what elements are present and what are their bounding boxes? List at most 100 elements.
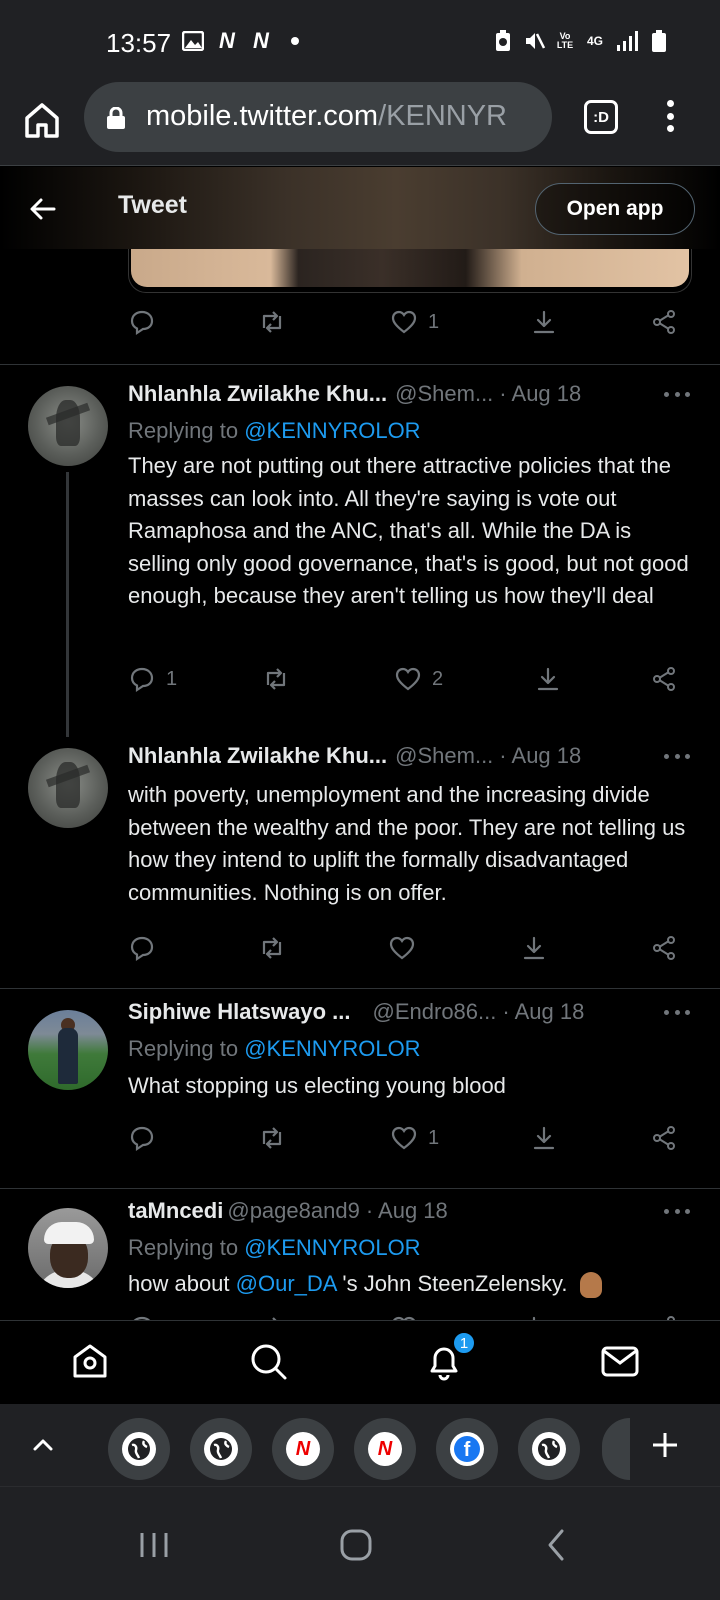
heart-icon bbox=[391, 1126, 417, 1150]
author-handle[interactable]: @Shem... bbox=[395, 743, 493, 769]
status-time: 13:57 bbox=[106, 28, 172, 58]
tweet-date[interactable]: · Aug 18 bbox=[499, 381, 581, 407]
retweet-button[interactable] bbox=[258, 930, 286, 966]
chevron-up-icon bbox=[33, 1439, 53, 1451]
tweet-date[interactable]: · Aug 18 bbox=[502, 999, 584, 1025]
reply-button[interactable] bbox=[128, 304, 156, 340]
share-button[interactable] bbox=[650, 661, 678, 697]
url-domain: mobile.twitter.com bbox=[146, 100, 379, 132]
mention-link[interactable]: @Our_DA bbox=[236, 1271, 337, 1296]
tweet[interactable]: Nhlanhla Zwilakhe Khu... @Shem... · Aug … bbox=[0, 364, 720, 744]
more-options-button[interactable] bbox=[664, 754, 690, 764]
like-button[interactable] bbox=[390, 1310, 418, 1320]
search-icon bbox=[251, 1344, 287, 1380]
tweet-media-image[interactable] bbox=[128, 249, 692, 293]
tweet[interactable]: taMncedi @page8and9 · Aug 18 Replying to… bbox=[0, 1188, 720, 1320]
expand-tabs-button[interactable] bbox=[28, 1430, 58, 1460]
tab-switcher-button[interactable]: :D bbox=[584, 100, 618, 134]
recent-apps-button[interactable] bbox=[136, 1527, 172, 1563]
system-home-button[interactable] bbox=[338, 1527, 374, 1563]
like-button[interactable]: 2 bbox=[394, 661, 443, 697]
like-button[interactable]: 1 bbox=[390, 1120, 439, 1156]
waving-hand-icon bbox=[579, 1272, 602, 1299]
avatar[interactable] bbox=[28, 1208, 108, 1288]
share-button[interactable] bbox=[650, 1120, 678, 1156]
browser-tab[interactable]: f bbox=[436, 1418, 498, 1480]
more-options-button[interactable] bbox=[664, 1010, 690, 1020]
browser-tab[interactable] bbox=[518, 1418, 580, 1480]
download-button[interactable] bbox=[534, 661, 562, 697]
browser-tab-partial[interactable] bbox=[602, 1418, 630, 1480]
browser-tab[interactable] bbox=[108, 1418, 170, 1480]
download-button[interactable] bbox=[530, 1120, 558, 1156]
retweet-button[interactable] bbox=[258, 1120, 286, 1156]
reply-button[interactable] bbox=[128, 930, 156, 966]
nav-messages-button[interactable] bbox=[600, 1341, 640, 1381]
avatar[interactable] bbox=[28, 386, 108, 466]
tweet-header-line: Nhlanhla Zwilakhe Khu... @Shem... · Aug … bbox=[128, 743, 688, 773]
home-icon bbox=[73, 1344, 107, 1378]
share-button[interactable] bbox=[650, 304, 678, 340]
open-app-button[interactable]: Open app bbox=[535, 183, 695, 235]
share-button[interactable] bbox=[650, 1310, 678, 1320]
nav-search-button[interactable] bbox=[248, 1341, 288, 1381]
back-button[interactable] bbox=[26, 192, 60, 226]
like-button[interactable] bbox=[388, 930, 416, 966]
image-icon bbox=[182, 30, 204, 52]
lock-icon bbox=[106, 106, 126, 129]
download-button[interactable] bbox=[520, 930, 548, 966]
tweet-header-line: Siphiwe Hlatswayo ... @Endro86... · Aug … bbox=[128, 999, 688, 1029]
more-options-button[interactable] bbox=[664, 1209, 690, 1219]
tweet-text: with poverty, unemployment and the incre… bbox=[128, 782, 686, 905]
tweet[interactable]: Nhlanhla Zwilakhe Khu... @Shem... · Aug … bbox=[0, 743, 720, 988]
browser-tab[interactable] bbox=[190, 1418, 252, 1480]
heart-icon bbox=[389, 936, 415, 960]
new-tab-button[interactable] bbox=[650, 1430, 680, 1460]
like-button[interactable]: 1 bbox=[390, 304, 439, 340]
replying-to: Replying to @KENNYROLOR bbox=[128, 418, 421, 444]
address-bar[interactable]: mobile.twitter.com/KENNYR bbox=[84, 82, 552, 152]
tweet[interactable]: Siphiwe Hlatswayo ... @Endro86... · Aug … bbox=[0, 988, 720, 1188]
reply-button[interactable] bbox=[128, 1310, 156, 1320]
retweet-icon bbox=[262, 1127, 282, 1149]
reply-button[interactable]: 1 bbox=[128, 661, 177, 697]
tweet-date[interactable]: · Aug 18 bbox=[499, 743, 581, 769]
author-name[interactable]: taMncedi bbox=[128, 1198, 223, 1224]
author-handle[interactable]: @page8and9 bbox=[227, 1198, 359, 1224]
more-options-button[interactable] bbox=[664, 392, 690, 402]
browser-tab[interactable]: N bbox=[354, 1418, 416, 1480]
tweet-date[interactable]: · Aug 18 bbox=[366, 1198, 448, 1224]
facebook-icon: f bbox=[450, 1432, 484, 1466]
nav-home-button[interactable] bbox=[70, 1341, 110, 1381]
author-name[interactable]: Nhlanhla Zwilakhe Khu... bbox=[128, 743, 387, 769]
reply-icon bbox=[130, 936, 154, 962]
mention-link[interactable]: @KENNYROLOR bbox=[244, 1235, 420, 1260]
recent-apps-icon bbox=[140, 1533, 168, 1557]
retweet-button[interactable] bbox=[258, 1310, 286, 1320]
download-button[interactable] bbox=[520, 1310, 548, 1320]
browser-home-button[interactable] bbox=[22, 100, 62, 144]
replying-prefix: Replying to bbox=[128, 1036, 239, 1061]
download-button[interactable] bbox=[530, 304, 558, 340]
browser-tab[interactable]: N bbox=[272, 1418, 334, 1480]
share-button[interactable] bbox=[650, 930, 678, 966]
reply-button[interactable] bbox=[128, 1120, 156, 1156]
reply-icon bbox=[130, 667, 154, 693]
retweet-button[interactable] bbox=[262, 661, 290, 697]
retweet-button[interactable] bbox=[258, 304, 286, 340]
globe-icon bbox=[122, 1432, 156, 1466]
author-handle[interactable]: @Shem... bbox=[395, 381, 493, 407]
retweet-icon bbox=[266, 668, 286, 690]
mention-link[interactable]: @KENNYROLOR bbox=[244, 1036, 420, 1061]
download-icon bbox=[537, 667, 559, 691]
avatar[interactable] bbox=[28, 1010, 108, 1090]
plus-icon bbox=[653, 1433, 677, 1457]
system-back-button[interactable] bbox=[540, 1527, 576, 1563]
browser-menu-button[interactable] bbox=[660, 96, 680, 136]
avatar[interactable] bbox=[28, 748, 108, 828]
author-name[interactable]: Siphiwe Hlatswayo ... bbox=[128, 999, 351, 1025]
mention-link[interactable]: @KENNYROLOR bbox=[244, 418, 420, 443]
facebook-letter: f bbox=[454, 1436, 480, 1462]
author-handle[interactable]: @Endro86... bbox=[373, 999, 497, 1025]
author-name[interactable]: Nhlanhla Zwilakhe Khu... bbox=[128, 381, 387, 407]
